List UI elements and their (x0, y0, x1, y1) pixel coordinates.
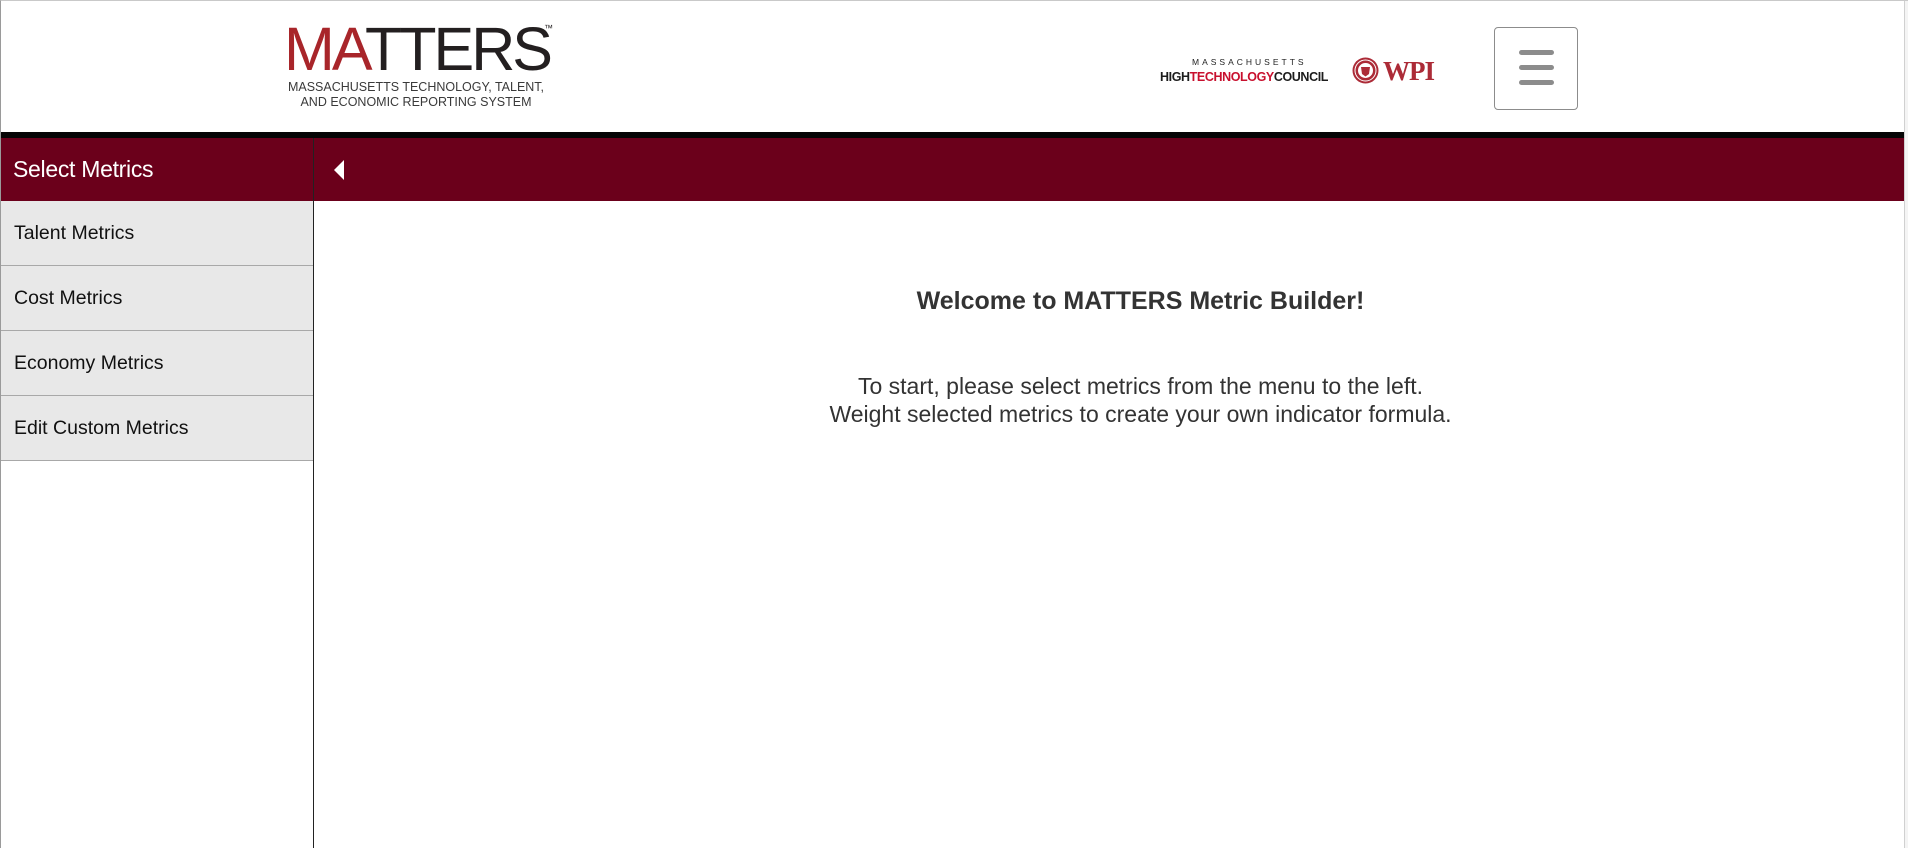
sidebar-item-economy-metrics[interactable]: Economy Metrics (1, 331, 313, 396)
hamburger-menu-icon-bar (1519, 65, 1554, 70)
logo-wordmark-black: TTERS (364, 15, 553, 83)
mhtc-logo-technology: TECHNOLOGY (1189, 70, 1275, 84)
page: MATTERS ™ MASSACHUSETTS TECHNOLOGY, TALE… (0, 0, 1908, 848)
logo-subtitle: MASSACHUSETTS TECHNOLOGY, TALENT, AND EC… (287, 80, 545, 109)
wpi-logo[interactable]: WPI (1352, 55, 1442, 89)
mhtc-logo-high: HIGH (1160, 70, 1190, 84)
mhtc-logo-top: MASSACHUSETTS (1192, 57, 1307, 67)
wpi-seal-icon (1352, 57, 1379, 84)
wpi-wordmark: WPI (1383, 56, 1435, 86)
main-toolbar (314, 138, 1904, 201)
welcome-instructions: To start, please select metrics from the… (314, 372, 1908, 428)
mhtc-logo-name: HIGHTECHNOLOGYCOUNCIL (1160, 70, 1328, 84)
instruction-line-2: Weight selected metrics to create your o… (829, 401, 1452, 427)
sidebar-item-edit-custom-metrics[interactable]: Edit Custom Metrics (1, 396, 313, 461)
hamburger-menu-button[interactable] (1494, 27, 1578, 110)
window-scrollbar-edge[interactable] (1904, 1, 1908, 848)
sidebar-item-talent-metrics[interactable]: Talent Metrics (1, 201, 313, 266)
hamburger-menu-icon-bar (1519, 80, 1554, 85)
welcome-heading: Welcome to MATTERS Metric Builder! (916, 287, 1365, 315)
sidebar-title: Select Metrics (1, 138, 313, 201)
sidebar-item-cost-metrics[interactable]: Cost Metrics (1, 266, 313, 331)
site-header: MATTERS ™ MASSACHUSETTS TECHNOLOGY, TALE… (1, 1, 1904, 132)
mhtc-logo[interactable]: MASSACHUSETTS HIGHTECHNOLOGYCOUNCIL (1160, 57, 1332, 87)
caret-left-icon[interactable] (329, 158, 353, 182)
mhtc-logo-council: COUNCIL (1273, 70, 1329, 84)
metrics-sidebar: Select Metrics Talent Metrics Cost Metri… (1, 138, 314, 848)
logo-trademark: ™ (544, 23, 553, 33)
instruction-line-1: To start, please select metrics from the… (857, 373, 1424, 399)
hamburger-menu-icon (1519, 50, 1554, 55)
matters-logo[interactable]: MATTERS ™ MASSACHUSETTS TECHNOLOGY, TALE… (284, 19, 559, 113)
logo-wordmark: MATTERS (284, 19, 553, 80)
logo-wordmark-red: MA (284, 15, 368, 83)
